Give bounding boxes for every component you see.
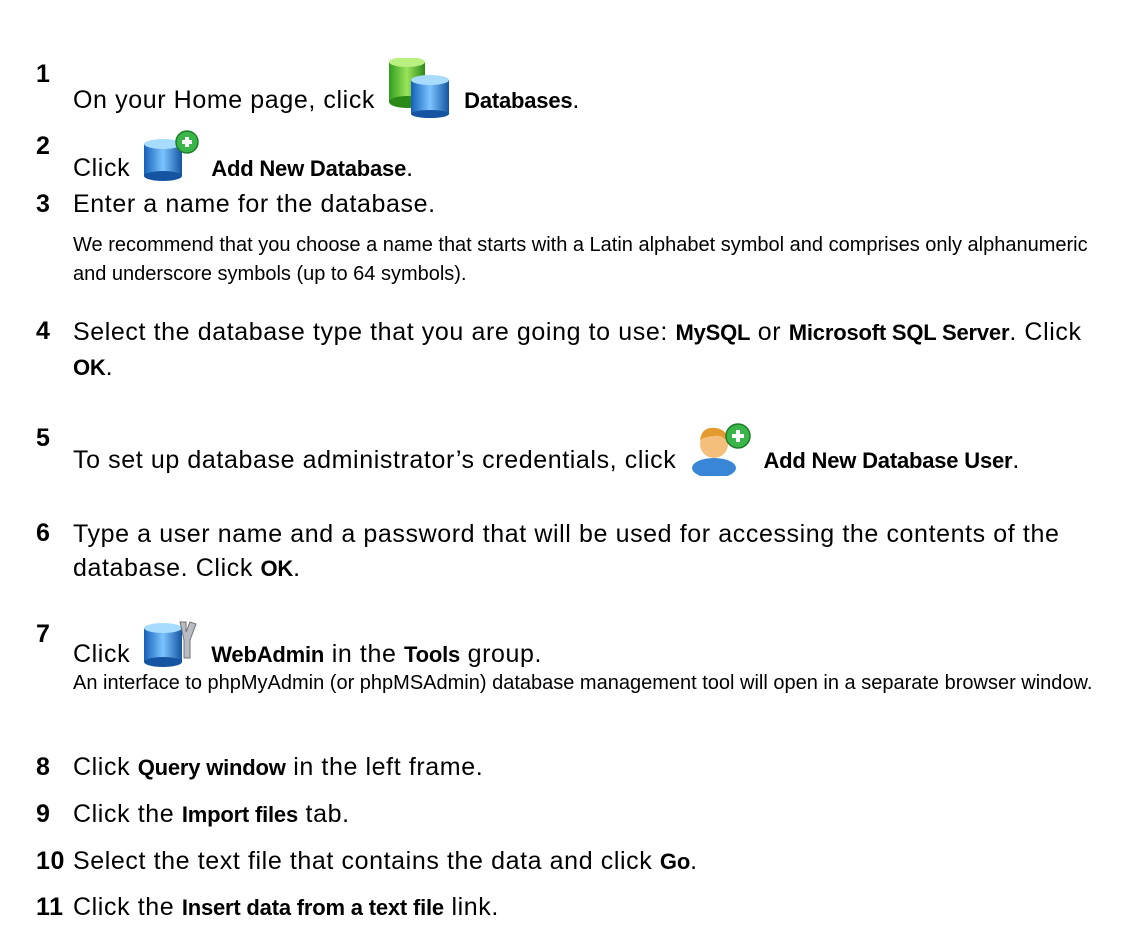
- step-text: Click: [73, 753, 131, 781]
- step-number: 11: [36, 893, 64, 921]
- ok-label: OK: [260, 556, 294, 581]
- step-text: Click: [73, 640, 131, 668]
- step-text: Select the text file that contains the d…: [73, 847, 653, 875]
- step-punct: .: [105, 353, 114, 381]
- webadmin-label: WebAdmin: [211, 642, 325, 667]
- add-new-database-label: Add New Database: [211, 156, 407, 181]
- step-punct: .: [690, 847, 698, 875]
- step-punct: .: [293, 554, 301, 582]
- import-files-label: Import files: [181, 802, 298, 827]
- step-text: link.: [451, 893, 499, 921]
- step-number: 9: [36, 800, 51, 828]
- add-new-database-user-label: Add New Database User: [763, 448, 1013, 473]
- step-text: in the left frame.: [293, 753, 484, 781]
- webadmin-icon: [142, 618, 200, 668]
- step-text: Enter a name for the database.: [73, 190, 436, 218]
- step-text: group.: [467, 640, 543, 668]
- step-text: Type a user name and a password that wil…: [73, 520, 1060, 582]
- step-number: 10: [36, 847, 66, 875]
- step-3-note: We recommend that you choose a name that…: [73, 234, 1088, 285]
- step-text: To set up database administrator’s crede…: [73, 446, 677, 474]
- step-text: On your Home page, click: [73, 86, 376, 114]
- step-number: 3: [36, 190, 51, 218]
- step-text: Click: [73, 154, 131, 182]
- query-window-label: Query window: [137, 755, 286, 780]
- step-number: 2: [36, 132, 51, 160]
- go-label: Go: [659, 849, 691, 874]
- step-number: 6: [36, 519, 51, 547]
- tools-label: Tools: [404, 642, 461, 667]
- ok-label: OK: [73, 355, 106, 380]
- step-punct: .: [1012, 446, 1020, 474]
- databases-label: Databases: [464, 88, 573, 113]
- step-text: in the: [331, 640, 397, 668]
- step-text: or: [757, 318, 782, 346]
- add-database-user-icon: [688, 422, 752, 476]
- step-number: 4: [36, 317, 51, 345]
- step-text: Click the: [73, 800, 175, 828]
- step-text: Click the: [73, 893, 175, 921]
- step-7-note: An interface to phpMyAdmin (or phpMSAdmi…: [73, 672, 1093, 694]
- step-punct: .: [572, 86, 580, 114]
- databases-icon: [387, 58, 453, 118]
- step-text: . Click: [1009, 318, 1082, 346]
- step-text: tab.: [305, 800, 350, 828]
- step-number: 5: [36, 424, 51, 452]
- insert-data-label: Insert data from a text file: [181, 895, 444, 920]
- step-number: 7: [36, 620, 51, 648]
- step-punct: .: [406, 154, 414, 182]
- mysql-label: MySQL: [675, 320, 751, 345]
- step-number: 8: [36, 753, 51, 781]
- step-number: 1: [36, 60, 51, 88]
- mssql-label: Microsoft SQL Server: [788, 320, 1010, 345]
- add-database-icon: [142, 130, 200, 182]
- step-text: Select the database type that you are go…: [73, 318, 668, 346]
